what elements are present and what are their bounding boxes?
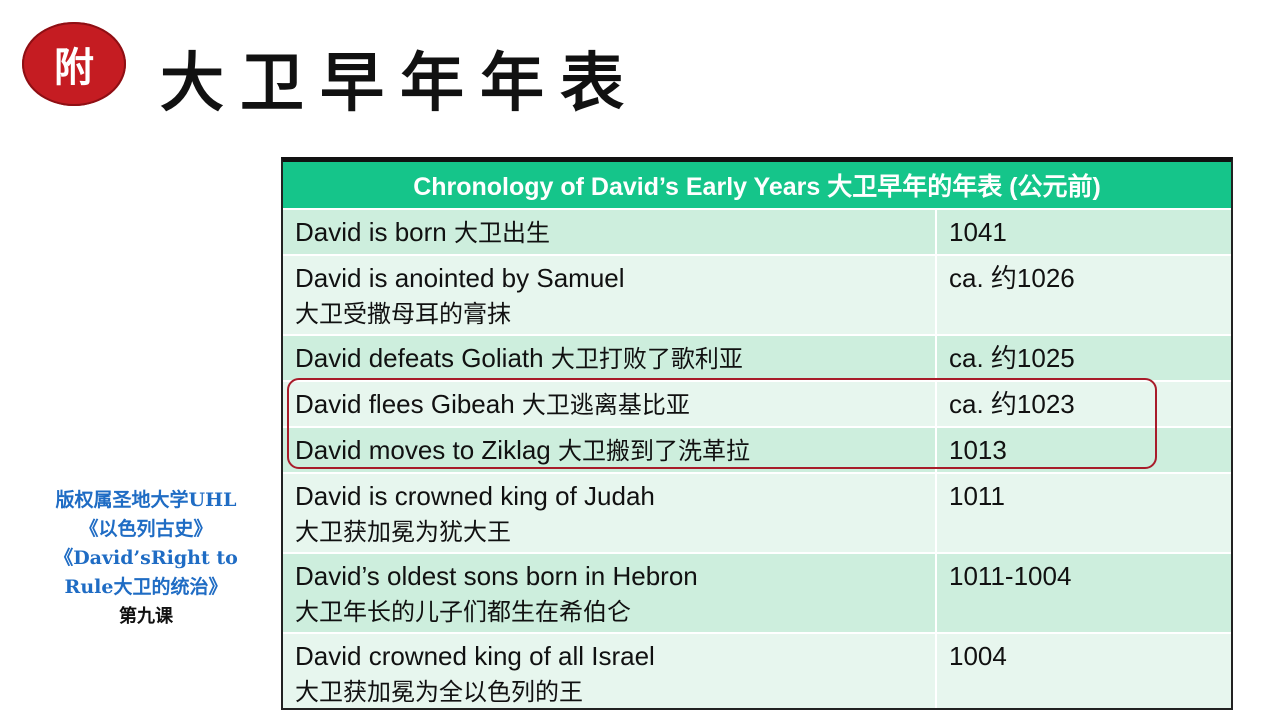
table-row: David crowned king of all Israel 大卫获加冕为全… bbox=[283, 632, 1231, 708]
event-en: David is crowned king of Judah bbox=[295, 481, 655, 511]
event-en: David defeats Goliath bbox=[295, 343, 544, 373]
appendix-badge: 附 bbox=[22, 22, 126, 106]
page-title: 大卫早年年表 bbox=[160, 46, 640, 121]
event-cell: David crowned king of all Israel 大卫获加冕为全… bbox=[283, 634, 935, 708]
event-cell: David defeats Goliath 大卫打败了歌利亚 bbox=[283, 336, 935, 380]
sidebar-line-4: Rule大卫的统治》 bbox=[64, 576, 228, 598]
table-header: Chronology of David’s Early Years 大卫早年的年… bbox=[283, 162, 1231, 208]
copyright-sidebar: 版权属圣地大学UHL 《以色列古史》 《David’sRight to Rule… bbox=[30, 486, 262, 631]
event-cell: David moves to Ziklag 大卫搬到了洗革拉 bbox=[283, 428, 935, 472]
event-zh: 大卫年长的儿子们都生在希伯仑 bbox=[295, 598, 631, 626]
event-zh: 大卫打败了歌利亚 bbox=[550, 345, 743, 373]
event-cell: David is born 大卫出生 bbox=[283, 210, 935, 254]
event-cell: David is anointed by Samuel 大卫受撒母耳的膏抹 bbox=[283, 256, 935, 334]
year-cell: ca. 约1026 bbox=[935, 256, 1231, 334]
year-cell: 1011-1004 bbox=[935, 554, 1231, 632]
year-cell: 1004 bbox=[935, 634, 1231, 708]
year-cell: 1011 bbox=[935, 474, 1231, 552]
sidebar-line-1: 版权属圣地大学UHL bbox=[55, 489, 237, 511]
event-en: David moves to Ziklag bbox=[295, 435, 551, 465]
table-row: David defeats Goliath 大卫打败了歌利亚 ca. 约1025 bbox=[283, 334, 1231, 380]
table-row: David is born 大卫出生 1041 bbox=[283, 208, 1231, 254]
table-row: David is crowned king of Judah 大卫获加冕为犹大王… bbox=[283, 472, 1231, 552]
event-zh: 大卫出生 bbox=[453, 219, 550, 247]
event-cell: David’s oldest sons born in Hebron 大卫年长的… bbox=[283, 554, 935, 632]
table-row: David flees Gibeah 大卫逃离基比亚 ca. 约1023 bbox=[283, 380, 1231, 426]
event-cell: David flees Gibeah 大卫逃离基比亚 bbox=[283, 382, 935, 426]
sidebar-line-3: 《David’sRight to bbox=[54, 547, 238, 569]
table-row: David’s oldest sons born in Hebron 大卫年长的… bbox=[283, 552, 1231, 632]
badge-char: 附 bbox=[54, 44, 94, 91]
event-en: David is anointed by Samuel bbox=[295, 263, 625, 293]
chronology-table: Chronology of David’s Early Years 大卫早年的年… bbox=[281, 157, 1233, 710]
year-cell: 1013 bbox=[935, 428, 1231, 472]
year-cell: 1041 bbox=[935, 210, 1231, 254]
event-zh: 大卫受撒母耳的膏抹 bbox=[295, 300, 511, 328]
event-zh: 大卫获加冕为犹大王 bbox=[295, 518, 511, 546]
event-en: David flees Gibeah bbox=[295, 389, 515, 419]
event-en: David’s oldest sons born in Hebron bbox=[295, 561, 698, 591]
table-row: David moves to Ziklag 大卫搬到了洗革拉 1013 bbox=[283, 426, 1231, 472]
sidebar-line-2: 《以色列古史》 bbox=[79, 518, 213, 540]
year-cell: ca. 约1023 bbox=[935, 382, 1231, 426]
event-zh: 大卫搬到了洗革拉 bbox=[558, 437, 750, 465]
sidebar-lesson: 第九课 bbox=[119, 606, 173, 627]
year-cell: ca. 约1025 bbox=[935, 336, 1231, 380]
table-row: David is anointed by Samuel 大卫受撒母耳的膏抹 ca… bbox=[283, 254, 1231, 334]
event-en: David is born bbox=[295, 217, 447, 247]
event-zh: 大卫逃离基比亚 bbox=[521, 391, 690, 419]
event-zh: 大卫获加冕为全以色列的王 bbox=[295, 678, 583, 706]
event-cell: David is crowned king of Judah 大卫获加冕为犹大王 bbox=[283, 474, 935, 552]
event-en: David crowned king of all Israel bbox=[295, 641, 655, 671]
